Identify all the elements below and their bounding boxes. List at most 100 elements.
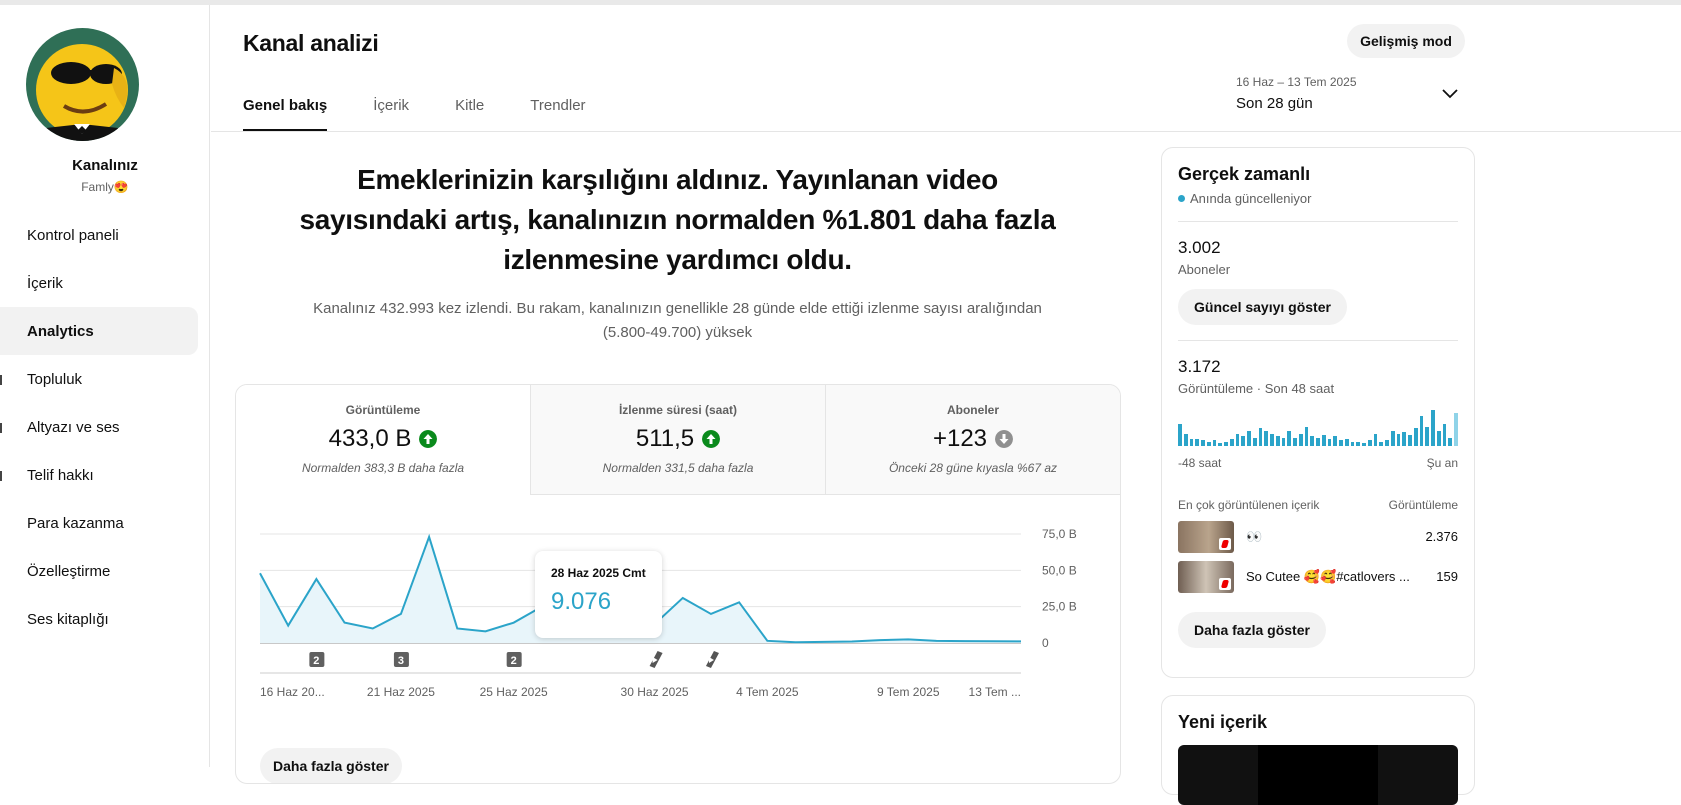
metric-subscribers[interactable]: Aboneler +123 Önceki 28 güne kıyasla %67… — [825, 385, 1120, 495]
realtime-bar — [1333, 436, 1337, 446]
header-divider — [211, 131, 1681, 132]
thumbnail-image — [1258, 745, 1378, 805]
metric-note: Önceki 28 güne kıyasla %67 az — [888, 461, 1058, 475]
tab-content[interactable]: İçerik — [373, 90, 409, 132]
channel-avatar[interactable] — [26, 28, 139, 141]
sidebar-item-community[interactable]: Topluluk — [0, 355, 198, 403]
sidebar-edge-marker — [0, 375, 2, 385]
sidebar-item-label: Ses kitaplığı — [27, 610, 109, 628]
advanced-mode-button[interactable]: Gelişmiş mod — [1347, 24, 1465, 58]
realtime-bar — [1206, 442, 1211, 446]
metric-label: Aboneler — [946, 403, 999, 417]
realtime-bar — [1270, 434, 1274, 446]
sidebar-item-label: Topluluk — [27, 370, 83, 388]
sidebar-nav: Kontrol paneli İçerik Analytics Topluluk… — [0, 211, 198, 643]
x-tick-label: 16 Haz 20... — [260, 685, 325, 699]
sidebar-edge-marker — [0, 423, 2, 433]
page-title: Kanal analizi — [243, 30, 379, 56]
tab-overview[interactable]: Genel bakış — [243, 90, 328, 132]
tooltip-date: 28 Haz 2025 Cmt — [551, 566, 646, 580]
metric-value-row: 433,0 B — [236, 425, 530, 453]
date-range-selector[interactable]: 16 Haz – 13 Tem 2025 Son 28 gün — [1236, 75, 1466, 115]
top-content-item[interactable]: 👀 2.376 — [1178, 520, 1458, 553]
y-tick-label: 25,0 B — [1042, 600, 1077, 614]
metric-tabs: Görüntüleme 433,0 B Normalden 383,3 B da… — [236, 385, 1120, 495]
new-content-thumbnail[interactable] — [1178, 745, 1458, 805]
sidebar-edge-marker — [0, 471, 2, 481]
realtime-bar — [1264, 431, 1268, 446]
x-tick-label: 30 Haz 2025 — [621, 685, 689, 699]
video-thumbnail — [1178, 560, 1234, 593]
arrow-up-icon — [419, 430, 438, 448]
video-thumbnail — [1178, 520, 1234, 553]
sidebar-item-audio-library[interactable]: Ses kitaplığı — [0, 595, 198, 643]
metric-watch-time[interactable]: İzlenme süresi (saat) 511,5 Normalden 33… — [530, 385, 825, 495]
metric-value-row: +123 — [826, 425, 1120, 453]
sidebar-item-content[interactable]: İçerik — [0, 259, 198, 307]
realtime-bar — [1201, 440, 1205, 446]
realtime-bar — [1402, 432, 1406, 446]
metric-views[interactable]: Görüntüleme 433,0 B Normalden 383,3 B da… — [236, 385, 530, 495]
sidebar-item-label: Altyazı ve ses — [27, 418, 120, 436]
realtime-bar — [1425, 427, 1429, 446]
shorts-icon — [1219, 577, 1231, 590]
realtime-bar — [1385, 440, 1389, 446]
top-content-metric: Görüntüleme — [1388, 498, 1458, 512]
realtime-bar — [1195, 439, 1199, 446]
divider — [1178, 340, 1458, 341]
top-content-item-views: 159 — [1436, 569, 1458, 584]
sidebar-item-label: Para kazanma — [27, 514, 124, 532]
realtime-bar — [1252, 438, 1257, 446]
tab-trends[interactable]: Trendler — [530, 90, 585, 132]
sidebar-item-label: İçerik — [27, 274, 63, 292]
chevron-down-icon — [1442, 89, 1458, 99]
sidebar-item-monetization[interactable]: Para kazanma — [0, 499, 198, 547]
metric-label: İzlenme süresi (saat) — [618, 403, 738, 417]
upload-count-label: 3 — [398, 655, 404, 667]
top-content-header: En çok görüntülenen içerik Görüntüleme — [1178, 498, 1458, 512]
sidebar-item-label: Kontrol paneli — [27, 226, 119, 244]
realtime-bar — [1448, 438, 1452, 446]
realtime-bar — [1413, 428, 1418, 446]
top-content-item-title: So Cutee 🥰🥰#catlovers ... — [1246, 568, 1410, 584]
realtime-bar — [1390, 431, 1395, 446]
x-tick-label: 21 Haz 2025 — [367, 685, 435, 699]
realtime-bar — [1304, 427, 1309, 446]
show-current-count-button[interactable]: Güncel sayıyı göster — [1178, 289, 1347, 325]
realtime-title: Gerçek zamanlı — [1178, 164, 1311, 184]
realtime-bar — [1287, 431, 1291, 446]
realtime-bar — [1431, 410, 1435, 446]
analytics-tabs: Genel bakış İçerik Kitle Trendler — [243, 90, 632, 132]
realtime-bar — [1436, 431, 1441, 446]
realtime-bar — [1339, 440, 1343, 446]
chart-show-more-button[interactable]: Daha fazla göster — [260, 748, 402, 783]
sidebar-item-subtitles[interactable]: Altyazı ve ses — [0, 403, 198, 451]
sidebar-item-customization[interactable]: Özelleştirme — [0, 547, 198, 595]
tab-audience[interactable]: Kitle — [455, 90, 484, 132]
sidebar-item-analytics[interactable]: Analytics — [0, 307, 198, 355]
realtime-bar — [1379, 442, 1383, 446]
realtime-subscribers-value: 3.002 — [1178, 238, 1221, 257]
realtime-bar — [1344, 439, 1349, 446]
bar-axis-end: Şu an — [1426, 456, 1458, 470]
channel-handle: Famly😍 — [81, 180, 129, 194]
top-content-item-title: 👀 — [1246, 528, 1263, 544]
realtime-bar — [1316, 438, 1320, 446]
sidebar-item-copyright[interactable]: Telif hakkı — [0, 451, 198, 499]
sidebar: Kanalınız Famly😍 Kontrol paneli İçerik A… — [0, 5, 210, 767]
realtime-bar — [1373, 434, 1378, 446]
realtime-bar — [1367, 440, 1372, 446]
realtime-subscribers-label: Aboneler — [1178, 262, 1231, 277]
realtime-views-value: 3.172 — [1178, 357, 1221, 376]
overview-card: Görüntüleme 433,0 B Normalden 383,3 B da… — [235, 384, 1121, 784]
realtime-bar — [1258, 428, 1263, 446]
show-more-button[interactable]: Daha fazla göster — [1178, 612, 1326, 648]
chart-tooltip: 28 Haz 2025 Cmt 9.076 — [535, 551, 662, 638]
date-range-dates: 16 Haz – 13 Tem 2025 — [1236, 75, 1357, 89]
upload-count-label: 2 — [511, 655, 517, 667]
top-content-item[interactable]: So Cutee 🥰🥰#catlovers ... 159 — [1178, 560, 1458, 593]
realtime-bar — [1281, 438, 1286, 446]
y-tick-label: 0 — [1042, 636, 1049, 650]
arrow-down-icon — [995, 430, 1014, 448]
sidebar-item-dashboard[interactable]: Kontrol paneli — [0, 211, 198, 259]
